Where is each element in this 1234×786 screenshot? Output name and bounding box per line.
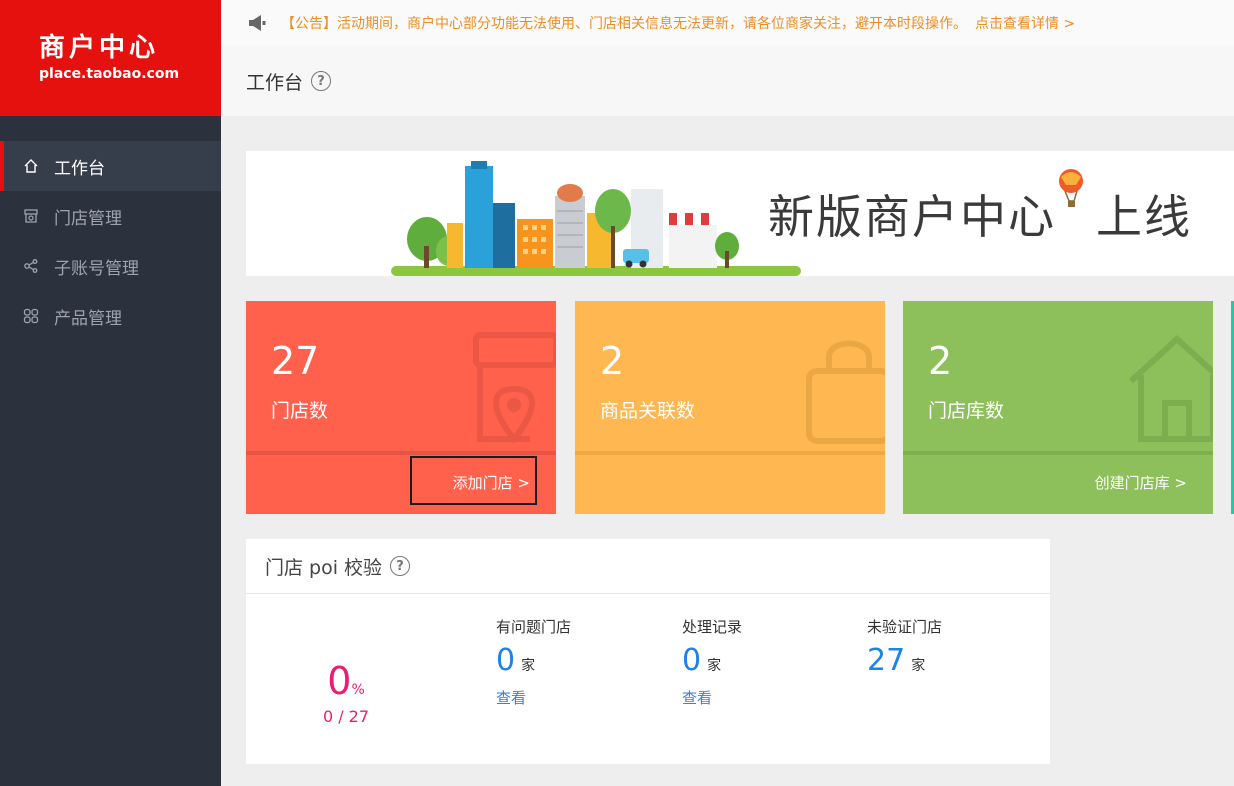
poi-percent-sign: %	[351, 682, 365, 698]
sidebar-item-product-management[interactable]: 产品管理	[0, 291, 221, 341]
banner-text-end: 上线	[1096, 190, 1192, 244]
poi-panel-title: 门店 poi 校验	[265, 556, 383, 579]
help-icon[interactable]: ?	[311, 71, 332, 91]
sidebar-item-label: 产品管理	[54, 308, 122, 329]
city-illustration	[391, 161, 801, 276]
store-icon	[22, 207, 40, 225]
poi-percentage: 0% 0 / 27	[306, 659, 386, 726]
store-count-value: 27	[271, 339, 320, 383]
sidebar-item-store-management[interactable]: 门店管理	[0, 191, 221, 241]
house-icon	[1128, 334, 1213, 442]
banner-headline: 新版商户中心 上线	[768, 169, 1192, 245]
store-library-count-card: 2 门店库数 创建门店库 >	[903, 301, 1213, 514]
poi-fraction: 0 / 27	[322, 707, 370, 726]
processing-records-unit: 家	[707, 658, 722, 674]
page-header: 工作台 ?	[221, 46, 1234, 116]
notice-bar: 【公告】活动期间，商户中心部分功能无法使用、门店相关信息无法更新，请各位商家关注…	[221, 0, 1234, 46]
view-processing-records-link[interactable]: 查看	[682, 687, 742, 708]
card-divider	[903, 451, 1213, 455]
logo-title: 商户中心	[39, 33, 160, 63]
sidebar: 商户中心 place.taobao.com 工作台 门店管理 子账号管理 产品管…	[0, 0, 221, 786]
shopping-bag-icon	[806, 340, 885, 444]
logo[interactable]: 商户中心 place.taobao.com	[0, 0, 221, 116]
product-link-count-card: 2 商品关联数	[575, 301, 885, 514]
create-store-library-link[interactable]: 创建门店库 >	[1095, 472, 1187, 493]
banner-text-main: 新版商户中心	[768, 190, 1056, 244]
processing-records-title: 处理记录	[682, 618, 743, 636]
processing-records-column: 处理记录 0家 查看	[682, 616, 742, 708]
problem-stores-column: 有问题门店 0家 查看	[496, 616, 571, 708]
card-divider	[246, 451, 556, 455]
notice-text: 【公告】活动期间，商户中心部分功能无法使用、门店相关信息无法更新，请各位商家关注…	[281, 16, 967, 32]
unverified-stores-column: 未验证门店 27 家	[867, 616, 942, 679]
help-icon[interactable]: ?	[390, 556, 411, 576]
home-icon	[22, 157, 40, 175]
notice-details-link[interactable]: 点击查看详情 >	[975, 13, 1075, 33]
store-count-label: 门店数	[271, 400, 329, 422]
sidebar-item-label: 子账号管理	[54, 258, 139, 279]
processing-records-value: 0	[682, 643, 702, 678]
unverified-stores-unit: 家	[911, 658, 926, 674]
logo-subtitle: place.taobao.com	[39, 66, 180, 82]
sidebar-item-subaccount-management[interactable]: 子账号管理	[0, 241, 221, 291]
sidebar-item-workbench[interactable]: 工作台	[0, 141, 221, 191]
promo-banner[interactable]: 新版商户中心 上线	[246, 151, 1234, 276]
product-link-count-value: 2	[600, 339, 625, 383]
problem-stores-value: 0	[496, 643, 516, 678]
grid-icon	[22, 307, 40, 325]
product-link-count-label: 商品关联数	[600, 400, 696, 422]
view-problem-stores-link[interactable]: 查看	[496, 687, 571, 708]
sidebar-nav: 工作台 门店管理 子账号管理 产品管理	[0, 141, 221, 341]
page-title: 工作台	[246, 71, 304, 94]
sidebar-item-label: 工作台	[54, 158, 105, 179]
unverified-stores-title: 未验证门店	[867, 618, 943, 636]
poi-panel-header: 门店 poi 校验 ?	[246, 539, 1050, 594]
add-store-highlight	[410, 456, 537, 505]
balloon-icon	[1056, 169, 1096, 245]
poi-verification-panel: 门店 poi 校验 ? 0% 0 / 27 有问题门店 0家 查看 处理记录 0…	[246, 539, 1050, 764]
processing-records-count: 0家	[682, 643, 742, 679]
store-library-count-value: 2	[928, 339, 953, 383]
poi-percent-value: 0	[327, 659, 352, 703]
unverified-stores-count: 27 家	[867, 643, 942, 679]
card-divider	[575, 451, 885, 455]
sidebar-item-label: 门店管理	[54, 208, 122, 229]
problem-stores-unit: 家	[521, 658, 536, 674]
store-library-count-label: 门店库数	[928, 400, 1005, 422]
problem-stores-count: 0家	[496, 643, 571, 679]
megaphone-icon	[247, 14, 267, 32]
problem-stores-title: 有问题门店	[496, 618, 572, 636]
unverified-stores-value: 27	[867, 643, 906, 678]
store-location-icon	[473, 332, 556, 444]
share-icon	[22, 257, 40, 275]
